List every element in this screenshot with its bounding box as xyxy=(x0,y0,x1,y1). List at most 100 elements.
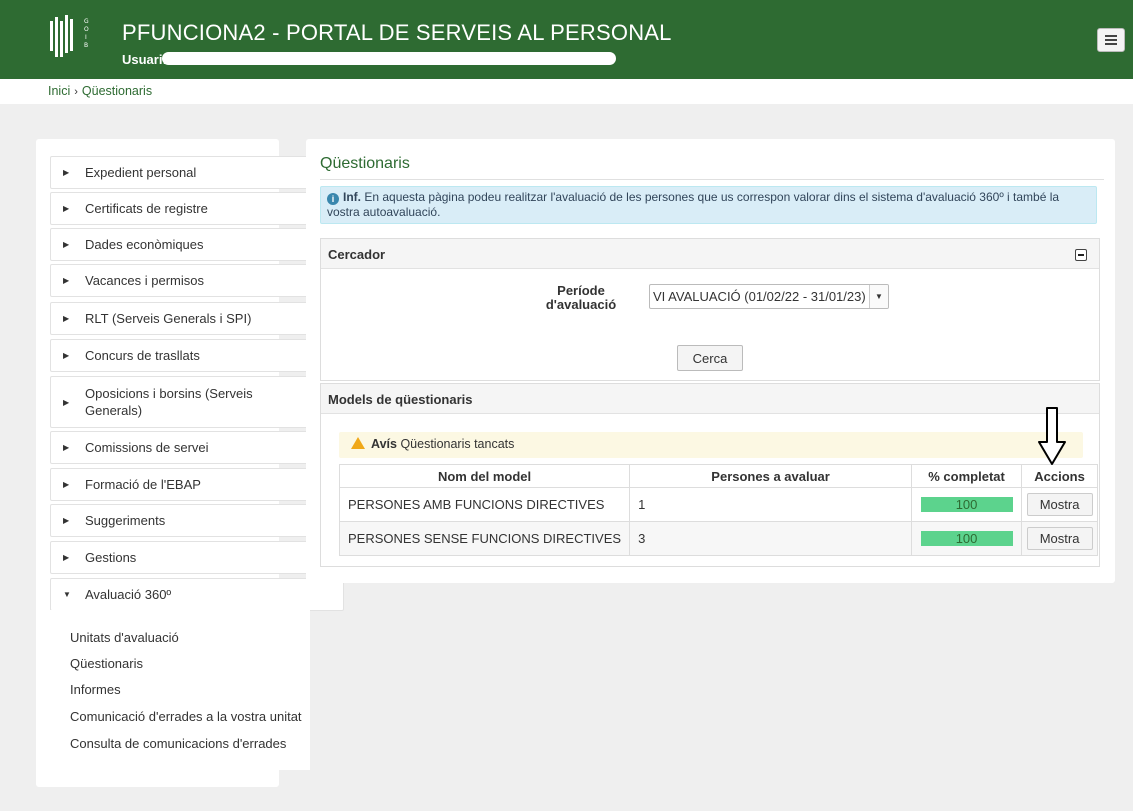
caret-right-icon: ▶ xyxy=(63,443,70,452)
period-label: Període d'avaluació xyxy=(541,284,621,312)
app-title: PFUNCIONA2 - PORTAL DE SERVEIS AL PERSON… xyxy=(122,20,672,45)
sidebar-item-dades[interactable]: ▶ Dades econòmiques xyxy=(50,228,344,261)
progress-bar: 100 xyxy=(920,531,1013,546)
sidebar-item-label: Gestions xyxy=(85,550,137,565)
title-divider xyxy=(320,179,1104,180)
table-row: PERSONES AMB FUNCIONS DIRECTIVES 1 100 M… xyxy=(338,487,1099,522)
sidebar-item-label: Dades econòmiques xyxy=(85,237,204,252)
goib-logo: G O I B xyxy=(50,15,89,57)
sidebar-item-expedient[interactable]: ▶ Expedient personal xyxy=(50,156,344,189)
warning-alert: Avís Qüestionaris tancats xyxy=(339,432,1083,458)
warning-icon xyxy=(351,437,365,449)
sidebar-item-vacances[interactable]: ▶ Vacances i permisos xyxy=(50,264,344,297)
period-label-line1: Període xyxy=(557,283,605,298)
sidebar-item-label: Formació de l'EBAP xyxy=(85,477,201,492)
breadcrumb-home[interactable]: Inici xyxy=(48,84,70,98)
caret-right-icon: ▶ xyxy=(63,480,70,489)
column-header-actions: Accions xyxy=(1021,464,1099,488)
info-prefix: Inf. xyxy=(343,190,361,204)
table-header-row: Nom del model Persones a avaluar % compl… xyxy=(338,464,1099,488)
sidebar-item-label: Suggeriments xyxy=(85,513,166,528)
sidebar-item-label: RLT (Serveis Generals i SPI) xyxy=(85,311,252,326)
submenu-link-consulta[interactable]: Consulta de comunicacions d'errades xyxy=(70,736,286,751)
warning-prefix: Avís xyxy=(371,437,397,451)
breadcrumb-bar: Inici › Qüestionaris xyxy=(0,79,1133,104)
caret-right-icon: ▶ xyxy=(63,240,70,249)
sidebar-item-label: Oposicions i borsins (Serveis Generals) xyxy=(85,386,253,418)
caret-right-icon: ▶ xyxy=(63,276,70,285)
sidebar-item-certificats[interactable]: ▶ Certificats de registre xyxy=(50,192,344,225)
svg-text:B: B xyxy=(84,42,88,49)
breadcrumb-current: Qüestionaris xyxy=(81,84,153,98)
sidebar-item-avaluacio[interactable]: ▼ Avaluació 360º xyxy=(50,578,344,611)
user-name-redacted xyxy=(162,52,616,65)
actions-cell: Mostra xyxy=(1021,487,1099,522)
svg-text:G: G xyxy=(84,18,89,25)
menu-button[interactable] xyxy=(1097,28,1125,52)
column-header-completed: % completat xyxy=(911,464,1023,488)
svg-text:O: O xyxy=(84,26,89,33)
show-button[interactable]: Mostra xyxy=(1026,527,1093,550)
svg-text:I: I xyxy=(85,34,87,41)
caret-right-icon: ▶ xyxy=(63,168,70,177)
sidebar-item-label: Expedient personal xyxy=(85,165,197,180)
period-label-line2: d'avaluació xyxy=(545,297,617,312)
submenu-link-informes[interactable]: Informes xyxy=(70,682,121,697)
user-label: Usuari: xyxy=(122,52,167,67)
model-name: PERSONES AMB FUNCIONS DIRECTIVES xyxy=(338,487,631,522)
submenu-link-comunicacio[interactable]: Comunicació d'errades a la vostra unitat xyxy=(70,709,302,724)
main-card: Qüestionaris i Inf. En aquesta pàgina pod… xyxy=(306,139,1115,583)
breadcrumb: Inici › Qüestionaris xyxy=(48,84,152,98)
sidebar-item-label: Avaluació 360º xyxy=(85,587,172,602)
completed-cell: 100 xyxy=(911,521,1023,556)
down-arrow-icon xyxy=(1038,407,1066,465)
warning-text: Qüestionaris tancats xyxy=(400,437,515,451)
sidebar-item-concurs[interactable]: ▶ Concurs de trasllats xyxy=(50,339,344,372)
caret-right-icon: ▶ xyxy=(63,397,70,407)
sidebar-submenu: Unitats d'avaluació Qüestionaris Informe… xyxy=(50,610,310,770)
search-panel: Cercador Període d'avaluació VI AVALUACI… xyxy=(320,238,1100,381)
top-header: G O I B PFUNCIONA2 - PORTAL DE SERVEIS A… xyxy=(0,0,1133,79)
progress-bar: 100 xyxy=(920,497,1013,512)
caret-right-icon: ▶ xyxy=(63,553,70,562)
caret-right-icon: ▶ xyxy=(63,351,70,360)
collapse-icon[interactable] xyxy=(1075,249,1087,261)
column-header-persons: Persones a avaluar xyxy=(629,464,913,488)
page-title: Qüestionaris xyxy=(320,155,410,172)
caret-right-icon: ▶ xyxy=(63,204,70,213)
actions-cell: Mostra xyxy=(1021,521,1099,556)
caret-right-icon: ▶ xyxy=(63,516,70,525)
sidebar-item-oposicions[interactable]: ▶ Oposicions i borsins (Serveis Generals) xyxy=(50,376,344,428)
submenu-link-unitats[interactable]: Unitats d'avaluació xyxy=(70,630,179,645)
models-table: Nom del model Persones a avaluar % compl… xyxy=(338,464,1099,556)
sidebar-item-suggeriments[interactable]: ▶ Suggeriments xyxy=(50,504,344,537)
search-panel-title: Cercador xyxy=(321,239,1099,269)
caret-down-icon: ▼ xyxy=(63,590,71,599)
sidebar-item-label: Vacances i permisos xyxy=(85,273,204,288)
period-select-value: VI AVALUACIÓ (01/02/22 - 31/01/23) xyxy=(653,289,866,304)
sidebar-item-gestions[interactable]: ▶ Gestions xyxy=(50,541,344,574)
sidebar-item-label: Certificats de registre xyxy=(85,201,208,216)
submenu-link-questionaris[interactable]: Qüestionaris xyxy=(70,656,143,671)
info-icon: i xyxy=(327,193,339,205)
sidebar-item-comissions[interactable]: ▶ Comissions de servei xyxy=(50,431,344,464)
show-button[interactable]: Mostra xyxy=(1026,493,1093,516)
models-panel-title: Models de qüestionaris xyxy=(321,384,1099,414)
sidebar-item-formacio[interactable]: ▶ Formació de l'EBAP xyxy=(50,468,344,501)
breadcrumb-separator: › xyxy=(74,86,78,98)
period-select[interactable]: VI AVALUACIÓ (01/02/22 - 31/01/23) ▼ xyxy=(649,284,889,309)
completed-cell: 100 xyxy=(911,487,1023,522)
info-text: En aquesta pàgina podeu realitzar l'aval… xyxy=(327,190,1060,219)
model-name: PERSONES SENSE FUNCIONS DIRECTIVES xyxy=(338,521,631,556)
sidebar-item-label: Concurs de trasllats xyxy=(85,348,200,363)
table-row: PERSONES SENSE FUNCIONS DIRECTIVES 3 100… xyxy=(338,521,1099,556)
models-panel: Models de qüestionaris Avís Qüestionaris… xyxy=(320,383,1100,567)
search-button[interactable]: Cerca xyxy=(677,345,743,371)
sidebar-item-rlt[interactable]: ▶ RLT (Serveis Generals i SPI) xyxy=(50,302,344,335)
menu-icon xyxy=(1105,39,1117,41)
caret-right-icon: ▶ xyxy=(63,314,70,323)
chevron-down-icon: ▼ xyxy=(869,285,888,308)
persons-count: 1 xyxy=(629,487,913,522)
info-alert: i Inf. En aquesta pàgina podeu realitzar … xyxy=(320,186,1097,224)
column-header-name: Nom del model xyxy=(338,464,631,488)
